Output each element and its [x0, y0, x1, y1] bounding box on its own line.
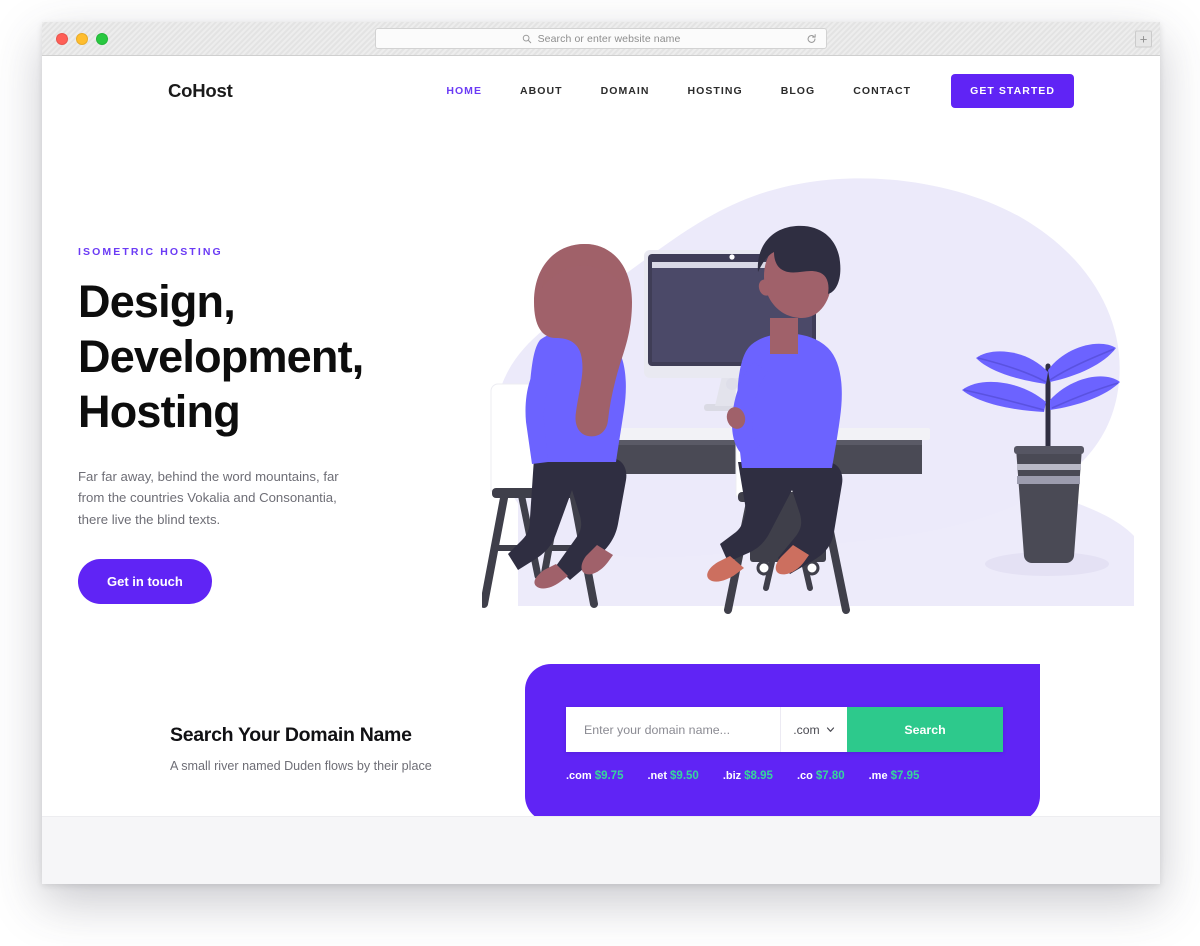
price-tld-label: .net — [647, 770, 668, 782]
workspace-illustration-svg — [482, 178, 1134, 614]
window-controls — [56, 32, 108, 45]
nav-item-blog[interactable]: BLOG — [762, 85, 835, 97]
browser-titlebar: Search or enter website name + — [42, 22, 1160, 56]
nav-item-domain[interactable]: DOMAIN — [582, 85, 669, 97]
site-logo[interactable]: CoHost — [168, 80, 233, 102]
chevron-down-icon — [826, 727, 834, 732]
monitor-webcam — [729, 254, 735, 260]
hero-illustration — [482, 176, 1142, 646]
price-amount: $9.50 — [670, 770, 699, 782]
nav-item-hosting[interactable]: HOSTING — [669, 85, 762, 97]
reload-icon[interactable] — [806, 33, 817, 44]
minimize-window-button[interactable] — [76, 32, 88, 45]
hero-title-line-2: Development, — [78, 330, 364, 382]
nav-right-group: HOME ABOUT DOMAIN HOSTING BLOG CONTACT G… — [427, 74, 1074, 108]
page-title: Design, Development, Hosting — [78, 275, 478, 440]
price-item-net: .net $9.50 — [647, 766, 698, 784]
new-tab-button[interactable]: + — [1135, 30, 1152, 47]
domain-subheading: A small river named Duden flows by their… — [170, 759, 432, 773]
plant-pot-stripe-1 — [1017, 464, 1081, 470]
price-tld-label: .biz — [722, 770, 742, 782]
hero-section: ISOMETRIC HOSTING Design, Development, H… — [42, 56, 1160, 656]
domain-heading: Search Your Domain Name — [170, 724, 412, 746]
domain-search-button[interactable]: Search — [847, 707, 1003, 752]
hero-title-line-3: Hosting — [78, 385, 241, 437]
site-navbar: CoHost HOME ABOUT DOMAIN HOSTING BLOG CO… — [42, 56, 1160, 126]
hero-eyebrow: ISOMETRIC HOSTING — [78, 246, 223, 258]
price-item-com: .com $9.75 — [566, 766, 623, 784]
person-right-neck — [770, 318, 798, 354]
nav-links: HOME ABOUT DOMAIN HOSTING BLOG CONTACT — [427, 85, 930, 97]
price-amount: $7.80 — [815, 770, 845, 782]
zoom-window-button[interactable] — [96, 32, 108, 45]
domain-copy: Search Your Domain Name A small river na… — [170, 724, 500, 776]
plant-pot-stripe-2 — [1017, 476, 1080, 484]
price-amount: $7.95 — [890, 770, 920, 782]
monitor-logo-dot — [726, 378, 738, 390]
domain-search-input[interactable] — [566, 707, 780, 752]
tld-dropdown[interactable]: .com — [780, 707, 847, 752]
tld-price-list: .com $9.75 .net $9.50 .biz $8.95 .co $7.80 . — [566, 766, 919, 784]
address-bar[interactable]: Search or enter website name — [375, 28, 827, 49]
nav-item-contact[interactable]: CONTACT — [834, 85, 930, 97]
hero-copy: ISOMETRIC HOSTING Design, Development, H… — [78, 246, 478, 604]
footer-strip — [42, 816, 1160, 884]
tld-selected-value: .com — [793, 722, 820, 737]
screen-root: Search or enter website name + CoHost HO… — [0, 0, 1200, 946]
address-bar-placeholder: Search or enter website name — [537, 32, 681, 45]
price-tld-label: .co — [796, 770, 813, 782]
price-item-co: .co $7.80 — [797, 766, 845, 784]
price-tld-label: .me — [868, 770, 888, 782]
close-window-button[interactable] — [56, 32, 68, 45]
chair-right-caster-1 — [756, 560, 772, 576]
price-tld-label: .com — [566, 770, 592, 782]
price-amount: $9.75 — [594, 770, 624, 782]
site-viewport: CoHost HOME ABOUT DOMAIN HOSTING BLOG CO… — [42, 56, 1160, 884]
hero-paragraph: Far far away, behind the word mountains,… — [78, 468, 339, 527]
domain-search-form: .com Search — [566, 707, 1003, 752]
price-amount: $8.95 — [744, 770, 773, 782]
get-in-touch-button[interactable]: Get in touch — [78, 558, 212, 604]
plant-pot-rim — [1014, 446, 1084, 454]
domain-search-card: .com Search .com$9.75 .net$9.50 — [525, 664, 1040, 822]
browser-window: Search or enter website name + CoHost HO… — [42, 22, 1160, 884]
get-started-button[interactable]: GET STARTED — [951, 74, 1074, 108]
chair-right-caster-2 — [804, 560, 820, 576]
nav-item-home[interactable]: HOME — [427, 85, 501, 97]
search-icon — [522, 34, 531, 43]
nav-item-about[interactable]: ABOUT — [501, 85, 582, 97]
hero-title-line-1: Design, — [78, 276, 236, 327]
price-item-biz: .biz $8.95 — [723, 766, 773, 784]
price-item-me: .me $7.95 — [869, 766, 920, 784]
